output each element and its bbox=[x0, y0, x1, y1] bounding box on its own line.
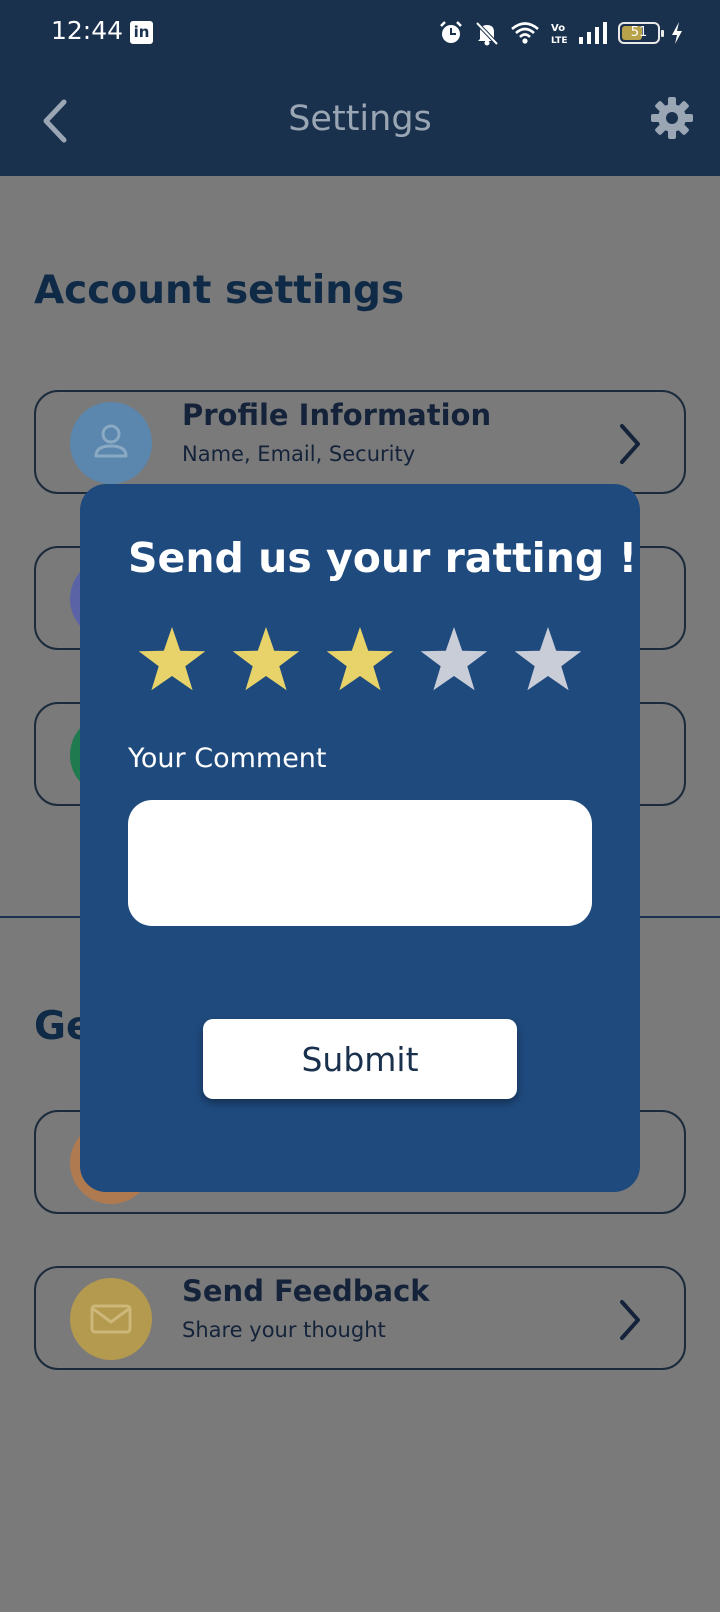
volte-icon: Vo LTE bbox=[551, 23, 568, 46]
star-2-icon[interactable] bbox=[230, 624, 302, 694]
linkedin-notification-icon: in bbox=[130, 21, 153, 44]
feedback-avatar bbox=[70, 1278, 152, 1360]
star-5-icon[interactable] bbox=[512, 624, 584, 694]
page-title: Settings bbox=[288, 99, 432, 139]
wifi-icon bbox=[511, 22, 539, 44]
gear-icon bbox=[651, 97, 693, 139]
profile-item-subtitle: Name, Email, Security bbox=[182, 442, 416, 466]
settings-button[interactable] bbox=[650, 96, 694, 140]
star-1-icon[interactable] bbox=[136, 624, 208, 694]
send-feedback-item[interactable]: Send Feedback Share your thought bbox=[34, 1266, 686, 1370]
account-settings-heading: Account settings bbox=[34, 268, 405, 313]
rating-dialog: Send us your ratting ! Your Comment Subm… bbox=[80, 484, 640, 1192]
signal-icon bbox=[579, 22, 607, 44]
charging-icon bbox=[672, 22, 682, 44]
feedback-item-subtitle: Share your thought bbox=[182, 1318, 386, 1342]
person-icon bbox=[94, 424, 128, 458]
comment-label: Your Comment bbox=[128, 743, 327, 774]
app-bar: Settings bbox=[0, 66, 720, 176]
mail-icon bbox=[90, 1304, 132, 1334]
submit-button[interactable]: Submit bbox=[203, 1019, 517, 1099]
mute-icon bbox=[475, 21, 499, 46]
battery-level: 51 bbox=[630, 25, 648, 40]
star-4-icon[interactable] bbox=[418, 624, 490, 694]
profile-avatar bbox=[70, 402, 152, 484]
rating-dialog-title: Send us your ratting ! bbox=[128, 534, 638, 582]
feedback-item-title: Send Feedback bbox=[182, 1274, 430, 1308]
star-3-icon[interactable] bbox=[324, 624, 396, 694]
profile-information-item[interactable]: Profile Information Name, Email, Securit… bbox=[34, 390, 686, 494]
chevron-right-icon bbox=[620, 424, 640, 464]
alarm-icon bbox=[440, 21, 462, 43]
svg-text:LTE: LTE bbox=[551, 36, 568, 46]
svg-text:Vo: Vo bbox=[551, 23, 565, 34]
status-bar: 12:44 in Vo LTE 51 bbox=[0, 0, 720, 66]
profile-item-title: Profile Information bbox=[182, 398, 492, 432]
star-rating[interactable] bbox=[136, 624, 584, 694]
status-time: 12:44 bbox=[51, 16, 124, 45]
battery-icon: 51 bbox=[618, 22, 664, 44]
comment-input[interactable] bbox=[128, 800, 592, 926]
chevron-right-icon bbox=[620, 1300, 640, 1340]
status-icons: Vo LTE 51 bbox=[438, 18, 684, 48]
